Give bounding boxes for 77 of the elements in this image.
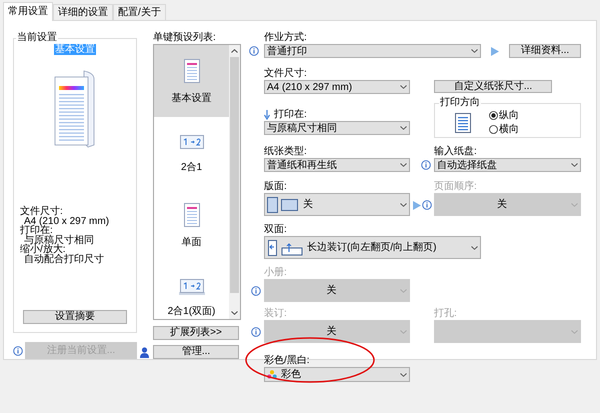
info-icon[interactable] (251, 327, 261, 337)
summary-value: 自动配合打印尺寸 (23, 254, 105, 264)
field-label: 双面: (264, 224, 288, 236)
chevron-down-icon (471, 49, 478, 53)
tab[interactable]: 配置/关于 (113, 4, 166, 20)
preset-name: 基本设置 (54, 44, 96, 55)
radio-option[interactable]: 横向 (489, 124, 519, 136)
chevron-down-icon (400, 85, 407, 89)
info-icon[interactable] (249, 46, 259, 56)
summary-button[interactable]: 设置摘要 (23, 310, 127, 324)
page-icon (184, 58, 200, 82)
chevron-down-icon (400, 202, 407, 206)
field-label: 文件尺寸: (264, 68, 308, 80)
duplex-binding-icon (267, 240, 303, 256)
chevron-down-icon (571, 202, 578, 206)
preset-item[interactable]: 2合1(双面) (154, 261, 229, 319)
info-icon[interactable] (251, 286, 261, 296)
summary-label: 文件尺寸: (20, 207, 64, 216)
arrow-down-icon (264, 110, 270, 120)
chevron-down-icon (571, 330, 578, 334)
field-label: 纸张类型: (264, 146, 308, 158)
preset-item[interactable]: 2合1 (154, 117, 229, 189)
scroll-down-icon[interactable] (231, 311, 238, 315)
chevron-down-icon (400, 163, 407, 167)
two-pages-icon (178, 278, 204, 296)
field-label: 彩色/黑白: (264, 355, 311, 367)
user-icon (140, 346, 149, 358)
chevron-down-icon (400, 330, 407, 334)
group-title: 当前设置 (16, 32, 58, 44)
summary-value: A4 (210 x 297 mm) (24, 216, 110, 226)
info-icon[interactable] (421, 160, 431, 170)
expand-list-button[interactable]: 扩展列表>> (153, 326, 239, 340)
dropdown[interactable]: 自动选择纸盘 (434, 158, 581, 172)
scroll-up-icon[interactable] (231, 49, 238, 53)
field-label: 打印在: (274, 109, 307, 121)
group-title: 打印方向 (439, 97, 481, 109)
field-label: 页面顺序: (434, 181, 478, 193)
color-dots-icon (267, 370, 277, 379)
field-label: 装订: (264, 308, 288, 320)
radio-circle-icon[interactable] (489, 111, 498, 120)
details-button[interactable]: 详细资料... (509, 44, 581, 58)
summary-label: 缩小/放大: (20, 245, 66, 254)
chevron-down-icon (571, 163, 578, 167)
chevron-down-icon (400, 126, 407, 130)
page-layout-icon (267, 196, 299, 212)
summary-value: 与原稿尺寸相同 (24, 236, 95, 245)
list-label: 单键预设列表: (153, 32, 217, 44)
dropdown[interactable]: 关 (264, 193, 410, 216)
scrollbar[interactable] (229, 45, 240, 319)
summary-label: 打印在: (20, 226, 53, 236)
dropdown[interactable]: A4 (210 x 297 mm) (264, 80, 410, 94)
chevron-down-icon (400, 372, 407, 376)
portrait-page-icon (455, 112, 471, 132)
dropdown[interactable]: 长边装订(向左翻页/向上翻页) (264, 236, 481, 259)
custom-size-button[interactable]: 自定义纸张尺寸... (434, 80, 552, 93)
two-pages-icon (178, 134, 204, 152)
tab[interactable]: 常用设置 (3, 2, 53, 21)
page-icon (184, 202, 200, 226)
manage-button[interactable]: 管理... (153, 345, 239, 359)
field-label: 打孔: (434, 308, 458, 320)
field-label: 作业方式: (264, 32, 308, 44)
info-icon[interactable] (422, 200, 432, 210)
field-label: 版面: (264, 181, 288, 193)
info-icon[interactable] (13, 346, 23, 356)
field-label: 输入纸盘: (434, 146, 478, 158)
chevron-down-icon (471, 246, 478, 250)
chevron-down-icon (400, 288, 407, 292)
dropdown[interactable]: 彩色 (264, 367, 410, 382)
radio-circle-icon[interactable] (489, 125, 498, 134)
preset-item[interactable]: 单面 (154, 189, 229, 261)
radio-option[interactable]: 纵向 (489, 110, 519, 122)
tab[interactable]: 详细的设置 (53, 4, 113, 20)
dropdown[interactable]: 与原稿尺寸相同 (264, 121, 410, 135)
dropdown[interactable]: 普通纸和再生纸 (264, 158, 410, 172)
field-label: 小册: (264, 267, 288, 279)
dropdown[interactable]: 普通打印 (264, 44, 481, 58)
preset-item[interactable]: 基本设置 (154, 45, 229, 117)
